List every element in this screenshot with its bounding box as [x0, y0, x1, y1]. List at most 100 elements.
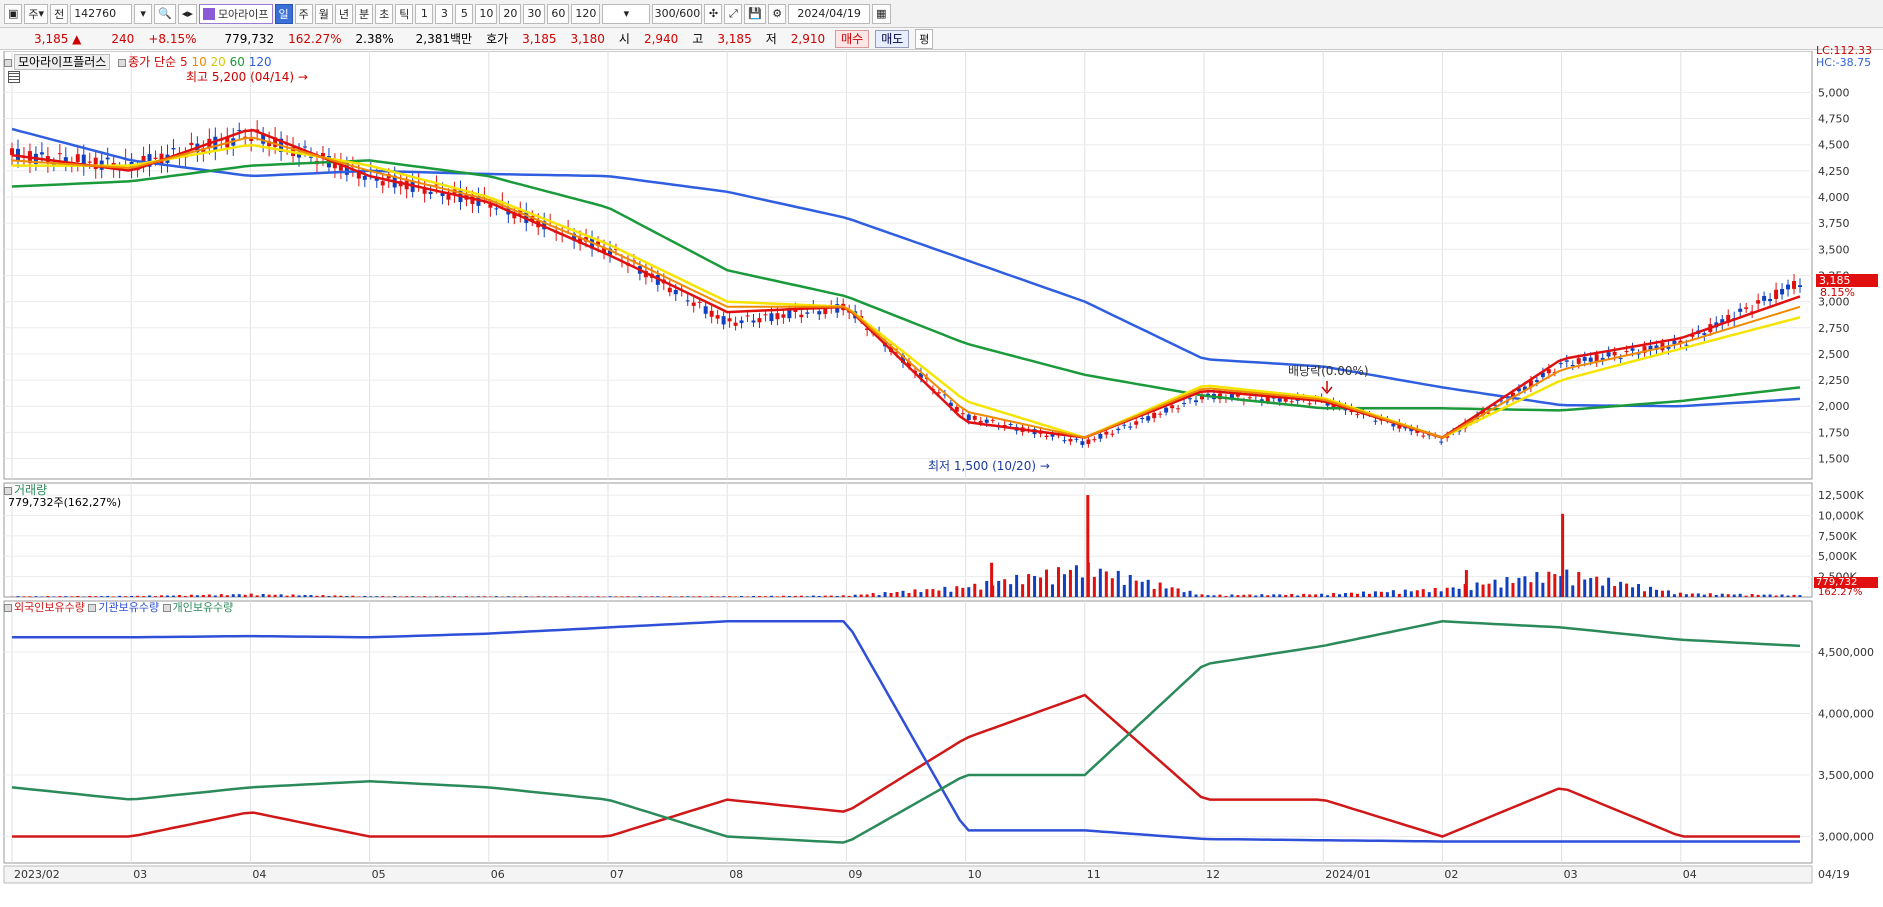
volume-bar: [1206, 595, 1209, 597]
institution-toggle-icon[interactable]: [88, 604, 96, 612]
price-panel-frame: [4, 51, 1812, 479]
dividend-marker-label: 배당락(0.00%): [1288, 362, 1369, 379]
search-icon[interactable]: 🔍: [154, 4, 176, 24]
tab-month[interactable]: 월: [315, 4, 333, 24]
period-mode-select[interactable]: 주 ▾: [24, 4, 48, 24]
volume-bar: [363, 596, 366, 597]
interval-10[interactable]: 10: [475, 4, 497, 24]
candle-body: [757, 318, 761, 322]
panel-toggle-icon[interactable]: [4, 59, 12, 67]
nav-arrows-icon[interactable]: ◂▸: [178, 4, 197, 24]
x-tick-label: 2024/01: [1325, 868, 1371, 881]
candle-body: [237, 130, 241, 131]
volume-bar: [1129, 575, 1132, 597]
stock-code-input[interactable]: 142760: [70, 4, 132, 24]
tab-second[interactable]: 초: [375, 4, 393, 24]
candle-body: [1625, 351, 1629, 352]
volume-bar: [949, 592, 952, 597]
volume-bar: [1410, 591, 1413, 597]
interval-30[interactable]: 30: [523, 4, 545, 24]
volume-bar: [477, 596, 480, 597]
crosshair-icon[interactable]: ✣: [704, 4, 722, 24]
candle-body: [249, 139, 253, 141]
tab-week[interactable]: 주: [295, 4, 313, 24]
count-field[interactable]: 300/600: [652, 4, 702, 24]
candle-body: [1098, 434, 1102, 439]
volume-bar: [1679, 593, 1682, 597]
eval-button[interactable]: 평: [915, 29, 933, 49]
volume-bar: [1470, 590, 1473, 597]
volume-bar: [967, 587, 970, 597]
candle-body: [1290, 401, 1294, 402]
volume-bar: [818, 596, 821, 597]
volume-bar: [842, 595, 845, 597]
date-field[interactable]: 2024/04/19: [788, 4, 870, 24]
volume-bar: [1296, 595, 1299, 597]
grid-icon[interactable]: [8, 71, 20, 86]
prev-button[interactable]: 전: [50, 4, 68, 24]
volume-bar: [142, 596, 145, 597]
volume-bar: [244, 595, 247, 597]
code-dropdown-icon[interactable]: ▾: [134, 4, 152, 24]
candle-body: [1577, 358, 1581, 364]
ma-toggle-icon[interactable]: [118, 59, 126, 67]
volume-bar: [1242, 595, 1245, 597]
tab-tick[interactable]: 틱: [395, 4, 413, 24]
volume-bar: [1697, 593, 1700, 597]
holding-tick-label: 3,500,000: [1818, 769, 1874, 782]
candle-body: [1792, 281, 1796, 289]
save-icon[interactable]: 💾: [744, 4, 766, 24]
volume-bar: [662, 596, 665, 597]
hc-label: HC:-38.75: [1816, 56, 1871, 69]
interval-20[interactable]: 20: [499, 4, 521, 24]
interval-120[interactable]: 120: [571, 4, 600, 24]
tab-day[interactable]: 일: [275, 4, 293, 24]
volume-bar: [1159, 583, 1162, 597]
volume-bar: [1075, 565, 1078, 597]
holding-toggle-icon[interactable]: [4, 604, 12, 612]
tab-year[interactable]: 년: [335, 4, 353, 24]
volume-bar: [375, 596, 378, 597]
candle-body: [728, 318, 732, 321]
volume-bar: [172, 596, 175, 597]
volume-bar: [752, 596, 755, 597]
candle-body: [1110, 434, 1114, 435]
volume-bar: [1398, 594, 1401, 597]
price-tick-label: 4,250: [1818, 165, 1850, 178]
volume-bar: [650, 596, 653, 597]
interval-60[interactable]: 60: [547, 4, 569, 24]
buy-button[interactable]: 매수: [835, 30, 869, 48]
interval-5[interactable]: 5: [455, 4, 473, 24]
custom-interval-select[interactable]: ▾: [602, 4, 650, 24]
volume-bar: [884, 592, 887, 597]
candle-body: [967, 415, 971, 421]
interval-1[interactable]: 1: [415, 4, 433, 24]
volume-bar: [1517, 578, 1520, 597]
stock-name-field[interactable]: 모아라이프: [199, 4, 273, 24]
expand-icon[interactable]: ⤢: [724, 4, 742, 24]
tab-minute[interactable]: 분: [355, 4, 373, 24]
individual-toggle-icon[interactable]: [163, 604, 171, 612]
volume-bar: [728, 596, 731, 597]
volume-bar: [525, 596, 528, 597]
volume-bar: [955, 586, 958, 597]
calendar-icon[interactable]: ▦: [872, 4, 890, 24]
interval-3[interactable]: 3: [435, 4, 453, 24]
candle-body: [668, 288, 672, 292]
individual-legend: 개인보유수량: [173, 601, 234, 614]
volume-bar: [800, 596, 803, 597]
volume-bar: [830, 596, 833, 597]
stock-chart[interactable]: 2023/02030405060708091011122024/01020304…: [0, 51, 1883, 904]
volume-bar: [1332, 593, 1335, 597]
candle-body: [1421, 436, 1425, 437]
gear-icon[interactable]: ⚙: [768, 4, 786, 24]
volume-bar: [1212, 595, 1215, 597]
candle-body: [1068, 439, 1072, 441]
candle-body: [189, 143, 193, 145]
candle-body: [1092, 439, 1096, 440]
layout-icon[interactable]: ▣: [4, 4, 22, 24]
sell-button[interactable]: 매도: [875, 30, 909, 48]
volume-bar: [1667, 590, 1670, 597]
volume-bar: [1045, 570, 1048, 597]
candle-body: [1122, 425, 1126, 426]
